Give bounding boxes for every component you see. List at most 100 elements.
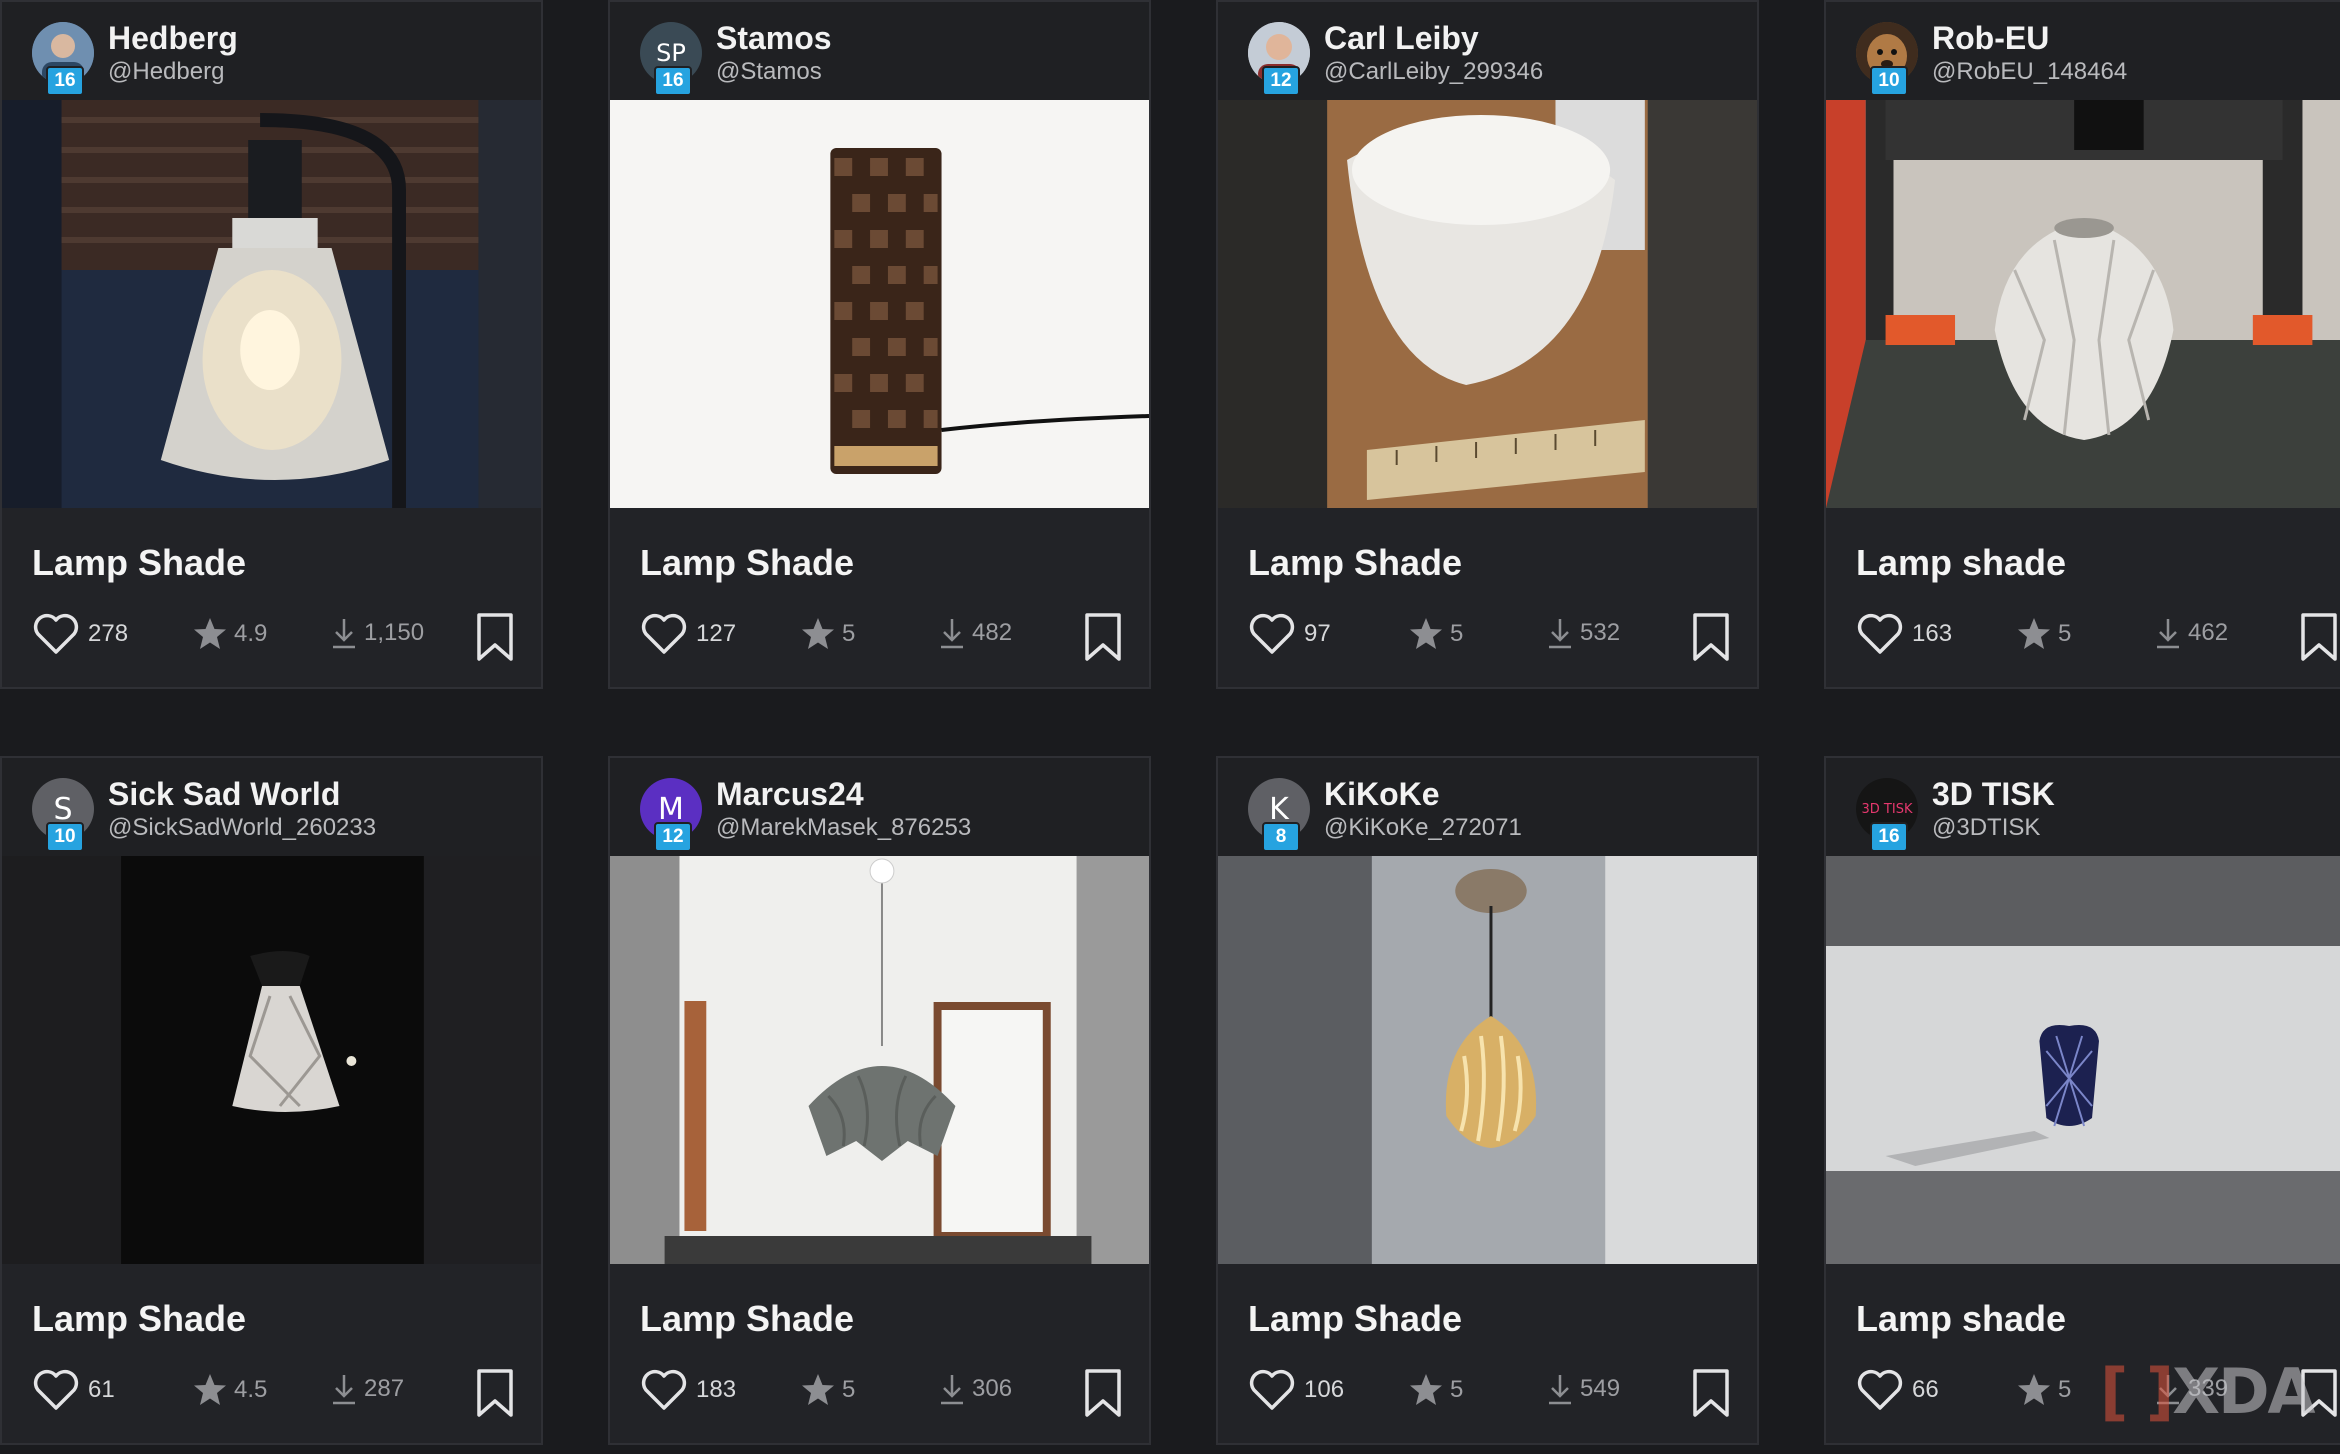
- download-icon: [941, 1375, 963, 1405]
- avatar-initials: SP: [656, 39, 686, 67]
- model-title[interactable]: Lamp Shade: [640, 542, 854, 584]
- author-name[interactable]: 3D TISK: [1932, 776, 2055, 813]
- like-button[interactable]: 106: [1248, 1368, 1344, 1412]
- downloads: 462: [2154, 616, 2228, 650]
- star-icon: [2018, 1374, 2050, 1405]
- model-title[interactable]: Lamp Shade: [1248, 1298, 1462, 1340]
- model-title[interactable]: Lamp Shade: [32, 1298, 246, 1340]
- author-handle[interactable]: @KiKoKe_272071: [1324, 814, 1522, 842]
- download-icon: [2157, 619, 2179, 649]
- download-count: 1,150: [364, 619, 425, 646]
- model-image[interactable]: [1826, 856, 2340, 1264]
- rating-value: 4.5: [234, 1376, 268, 1403]
- bookmark-button[interactable]: [474, 612, 516, 662]
- model-card[interactable]: S 10 Sick Sad World @SickSadWorld_260233…: [0, 756, 543, 1445]
- rating: 5: [1408, 1372, 1463, 1408]
- model-title[interactable]: Lamp shade: [1856, 542, 2066, 584]
- rating-value: 4.9: [234, 620, 268, 647]
- like-button[interactable]: 163: [1856, 612, 1952, 656]
- rating-value: 5: [842, 1376, 856, 1403]
- like-button[interactable]: 278: [32, 612, 128, 656]
- card-header: S 10 Sick Sad World @SickSadWorld_260233: [2, 758, 541, 856]
- model-image[interactable]: [1826, 100, 2340, 508]
- author-handle[interactable]: @MarekMasek_876253: [716, 814, 971, 842]
- author-name[interactable]: Stamos: [716, 20, 832, 57]
- like-button[interactable]: 183: [640, 1368, 736, 1412]
- rating: 5: [2016, 616, 2071, 652]
- author-name[interactable]: Carl Leiby: [1324, 20, 1479, 57]
- level-badge: 16: [1870, 822, 1908, 852]
- downloads: 306: [938, 1372, 1012, 1406]
- model-card[interactable]: SP 16 Stamos @Stamos Lamp Shade 127 5 48…: [608, 0, 1151, 689]
- avatar-logo-text: 3D TISK: [1861, 801, 1913, 817]
- star-icon: [1410, 618, 1442, 649]
- author-handle[interactable]: @RobEU_148464: [1932, 58, 2127, 86]
- rating: 5: [2016, 1372, 2071, 1408]
- bookmark-button[interactable]: [1690, 1368, 1732, 1418]
- download-icon: [941, 619, 963, 649]
- watermark-text: XDA: [2172, 1355, 2315, 1428]
- card-stats: 163 5 462: [1856, 612, 2340, 662]
- bookmark-button[interactable]: [1690, 612, 1732, 662]
- level-badge: 12: [654, 822, 692, 852]
- model-image[interactable]: [610, 100, 1149, 508]
- level-badge: 10: [1870, 66, 1908, 96]
- author-handle[interactable]: @3DTISK: [1932, 814, 2040, 842]
- rating: 5: [800, 616, 855, 652]
- author-name[interactable]: Sick Sad World: [108, 776, 340, 813]
- model-image[interactable]: [1218, 856, 1757, 1264]
- bookmark-button[interactable]: [1082, 612, 1124, 662]
- model-image[interactable]: [1218, 100, 1757, 508]
- star-icon: [194, 1374, 226, 1405]
- rating: 5: [800, 1372, 855, 1408]
- bookmark-button[interactable]: [474, 1368, 516, 1418]
- model-card[interactable]: 12 Carl Leiby @CarlLeiby_299346 Lamp Sha…: [1216, 0, 1759, 689]
- author-handle[interactable]: @Hedberg: [108, 58, 224, 86]
- download-icon: [333, 619, 355, 649]
- model-card[interactable]: 16 Hedberg @Hedberg Lamp Shade 278 4.9 1…: [0, 0, 543, 689]
- download-icon: [1549, 1375, 1571, 1405]
- author-name[interactable]: Hedberg: [108, 20, 238, 57]
- author-name[interactable]: KiKoKe: [1324, 776, 1440, 813]
- author-name[interactable]: Rob-EU: [1932, 20, 2049, 57]
- star-icon: [1410, 1374, 1442, 1405]
- model-card[interactable]: 3D TISK 16 3D TISK @3DTISK Lamp shade 66…: [1824, 756, 2340, 1445]
- model-title[interactable]: Lamp Shade: [640, 1298, 854, 1340]
- author-handle[interactable]: @Stamos: [716, 58, 822, 86]
- model-card[interactable]: 10 Rob-EU @RobEU_148464 Lamp shade 163 5…: [1824, 0, 2340, 689]
- model-title[interactable]: Lamp Shade: [32, 542, 246, 584]
- like-count: 106: [1304, 1376, 1345, 1403]
- star-icon: [2018, 618, 2050, 649]
- heart-icon: [641, 1369, 687, 1410]
- like-button[interactable]: 97: [1248, 612, 1331, 656]
- author-name[interactable]: Marcus24: [716, 776, 864, 813]
- level-badge: 12: [1262, 66, 1300, 96]
- bookmark-button[interactable]: [2298, 612, 2340, 662]
- bookmark-icon: [1085, 613, 1121, 661]
- like-button[interactable]: 61: [32, 1368, 115, 1412]
- model-card[interactable]: K 8 KiKoKe @KiKoKe_272071 Lamp Shade 106…: [1216, 756, 1759, 1445]
- model-image[interactable]: [610, 856, 1149, 1264]
- author-handle[interactable]: @CarlLeiby_299346: [1324, 58, 1543, 86]
- bookmark-button[interactable]: [1082, 1368, 1124, 1418]
- model-image[interactable]: [2, 856, 541, 1264]
- star-icon: [802, 1374, 834, 1405]
- model-title[interactable]: Lamp Shade: [1248, 542, 1462, 584]
- like-count: 66: [1912, 1376, 1939, 1403]
- star-icon: [802, 618, 834, 649]
- model-card[interactable]: M 12 Marcus24 @MarekMasek_876253 Lamp Sh…: [608, 756, 1151, 1445]
- model-image[interactable]: [2, 100, 541, 508]
- like-button[interactable]: 127: [640, 612, 736, 656]
- model-title[interactable]: Lamp shade: [1856, 1298, 2066, 1340]
- rating-value: 5: [2058, 620, 2072, 647]
- level-badge: 10: [46, 822, 84, 852]
- heart-icon: [1249, 1369, 1295, 1410]
- like-button[interactable]: 66: [1856, 1368, 1939, 1412]
- download-count: 532: [1580, 619, 1621, 646]
- bookmark-icon: [1085, 1369, 1121, 1417]
- card-header: 3D TISK 16 3D TISK @3DTISK: [1826, 758, 2340, 856]
- author-handle[interactable]: @SickSadWorld_260233: [108, 814, 376, 842]
- card-header: M 12 Marcus24 @MarekMasek_876253: [610, 758, 1149, 856]
- rating: 4.9: [192, 616, 267, 652]
- like-count: 97: [1304, 620, 1331, 647]
